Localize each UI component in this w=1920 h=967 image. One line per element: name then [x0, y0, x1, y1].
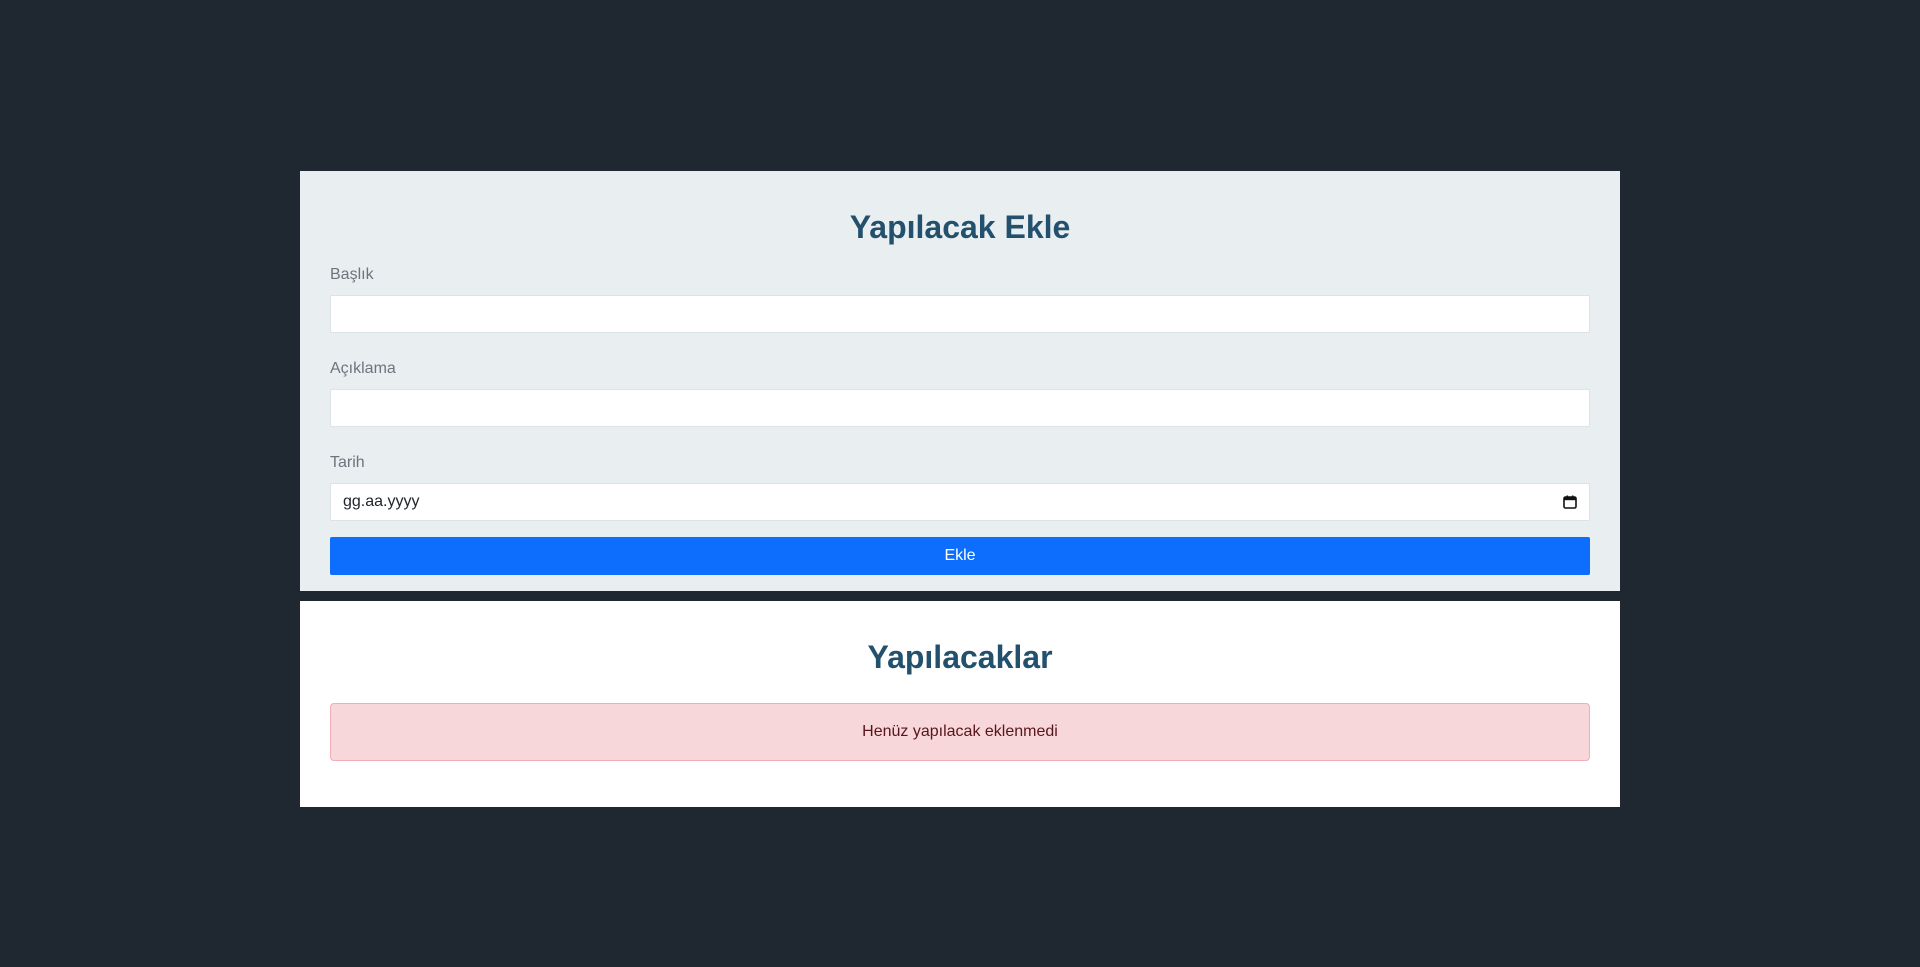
calendar-icon[interactable]	[1563, 495, 1577, 509]
title-field-label: Başlık	[330, 266, 374, 283]
description-field[interactable]	[330, 389, 1590, 427]
add-todo-title: Yapılacak Ekle	[849, 209, 1071, 245]
description-field-label: Açıklama	[330, 360, 396, 377]
todo-list-title: Yapılacaklar	[867, 639, 1053, 675]
date-field-placeholder: gg.aa.yyyy	[343, 493, 420, 510]
date-field-label: Tarih	[330, 454, 365, 471]
card-divider	[300, 591, 1620, 601]
page-container: Yapılacak Ekle Başlık Açıklama Tarih gg.…	[300, 171, 1620, 807]
title-field[interactable]	[330, 295, 1590, 333]
add-button[interactable]: Ekle	[330, 537, 1590, 575]
date-field[interactable]: gg.aa.yyyy	[330, 483, 1590, 521]
empty-list-alert: Henüz yapılacak eklenmedi	[330, 703, 1590, 761]
todo-list-card: Yapılacaklar Henüz yapılacak eklenmedi	[300, 601, 1620, 807]
add-todo-card: Yapılacak Ekle Başlık Açıklama Tarih gg.…	[300, 171, 1620, 591]
